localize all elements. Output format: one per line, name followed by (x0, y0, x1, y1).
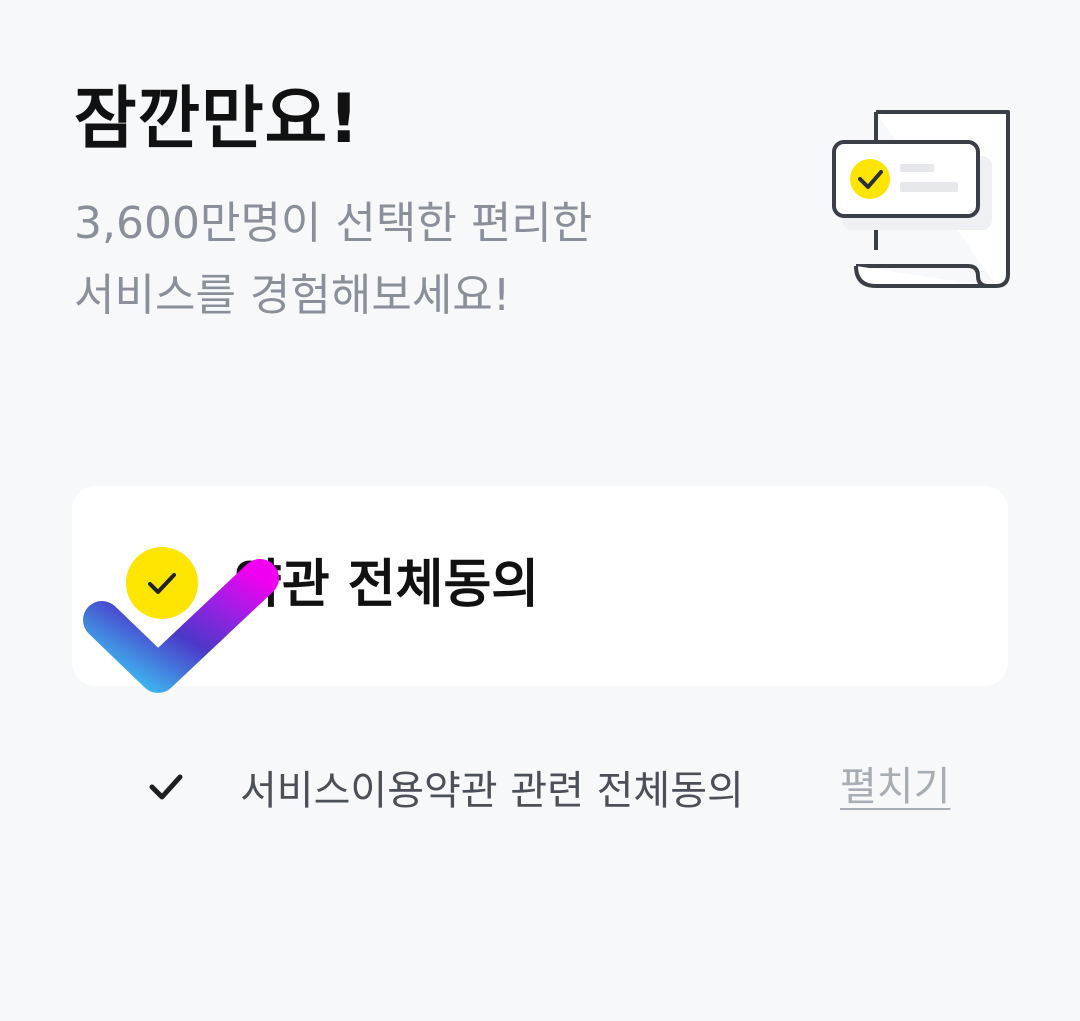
subtitle-line-2: 서비스를 경험해보세요! (74, 270, 511, 321)
expand-link[interactable]: 펼치기 (840, 759, 950, 815)
agree-all-label[interactable]: 약관 전체동의 (234, 550, 539, 620)
terms-agreement-screen: 잠깐만요! 3,600만명이 선택한 편리한 서비스를 경험해보세요! 약관 전… (0, 0, 1080, 1021)
sub-agreement-row[interactable]: 서비스이용약관 관련 전체동의 펼치기 (140, 755, 960, 825)
check-circle-icon[interactable] (126, 547, 198, 619)
page-subtitle: 3,600만명이 선택한 편리한 서비스를 경험해보세요! (74, 188, 592, 332)
subtitle-line-1: 3,600만명이 선택한 편리한 (74, 198, 593, 249)
sub-agreement-label[interactable]: 서비스이용약관 관련 전체동의 (240, 763, 744, 819)
agree-all-card[interactable] (72, 486, 1008, 686)
document-check-illustration (832, 110, 1010, 288)
page-title: 잠깐만요! (74, 80, 361, 159)
check-icon[interactable] (144, 769, 188, 805)
